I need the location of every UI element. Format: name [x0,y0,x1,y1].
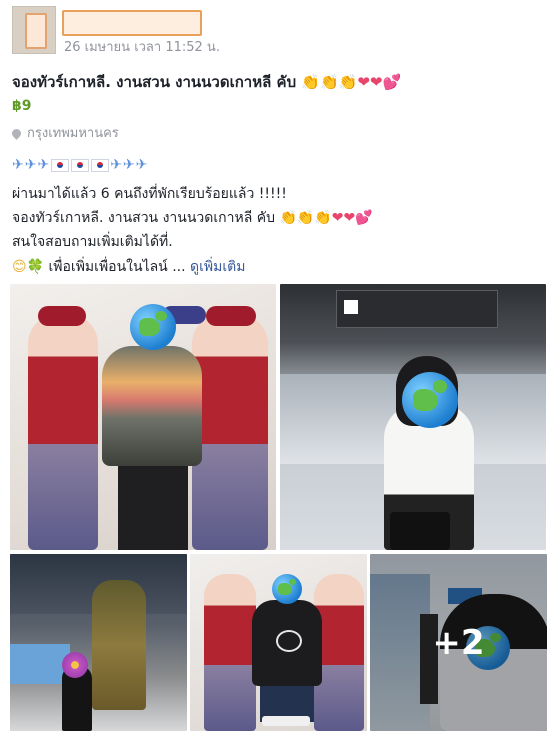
guardian-statue [92,580,146,710]
listing-price: ฿9 [12,98,32,114]
photo-4[interactable] [190,554,367,731]
airport-sign [336,290,498,328]
emoji-row: ✈✈✈ ✈✈✈ [12,157,148,173]
marketplace-post: 26 เมษายน เวลา 11:52 น. จองทัวร์เกาหลี. … [0,0,558,743]
post-title-text: จองทัวร์เกาหลี. งานสวน งานนวดเกาหลี คับ [12,73,297,91]
photo-2[interactable] [280,284,546,550]
body-line-2-text: จองทัวร์เกาหลี. งานสวน งานนวดเกาหลี คับ [12,210,276,226]
body-line-4: 😊🍀 เพื่อเพิ่มเพื่อนในไลน์ ... ดูเพิ่มเติ… [12,256,245,278]
airplane-icon: ✈✈✈ [110,157,149,173]
photo-3[interactable] [10,554,187,731]
globe-sticker-icon [130,304,176,350]
photo-1[interactable] [10,284,276,550]
attendant-hat [38,306,86,326]
post-title: จองทัวร์เกาหลี. งานสวน งานนวดเกาหลี คับ … [12,70,401,94]
display-screen [10,644,70,684]
heart-icon: ❤❤ [357,73,383,91]
sparkling-hearts-icon: 💕 [355,210,373,226]
hoodie-emblem [276,630,302,652]
photo-5[interactable]: +2 [370,554,547,731]
see-more-link[interactable]: ดูเพิ่มเติม [190,259,245,275]
body-line-3: สนใจสอบถามเพิ่มเติมได้ที่. [12,234,173,250]
location-pin-icon [10,127,23,140]
attendant-hat [206,306,256,326]
heart-icon: ❤❤ [331,210,356,226]
listing-location: กรุงเทพมหานคร [10,122,119,143]
attendant-figure [192,314,268,550]
korea-flag-icon [71,158,90,172]
avatar-redaction [25,13,47,49]
person-pants [118,466,188,550]
korea-flag-icon [51,158,70,172]
person-sweater [102,346,202,466]
more-photos-overlay[interactable]: +2 [370,554,547,731]
clapping-hands-icon: 👏👏👏 [301,73,358,91]
arrow-icon [344,300,358,314]
clapping-hands-icon: 👏👏👏 [279,210,332,226]
smile-icon: 😊 [12,259,27,275]
body-line-4-text: เพื่อเพิ่มเพื่อนในไลน์ ... [48,259,186,275]
author-name-redacted[interactable] [62,10,202,36]
body-line-2: จองทัวร์เกาหลี. งานสวน งานนวดเกาหลี คับ … [12,207,373,229]
profile-avatar[interactable] [12,6,56,54]
globe-sticker-icon [402,372,458,428]
globe-sticker-icon [272,574,302,604]
more-photos-count: +2 [432,622,485,663]
sparkling-hearts-icon: 💕 [382,73,402,91]
flower-sticker-icon [62,652,88,678]
location-text: กรุงเทพมหานคร [27,126,119,141]
body-line-1: ผ่านมาได้แล้ว 6 คนถึงที่พักเรียบร้อยแล้ว… [12,186,287,202]
clover-icon: 🍀 [26,259,45,275]
person-shoes [262,716,310,726]
airplane-icon: ✈✈✈ [12,157,51,173]
post-timestamp[interactable]: 26 เมษายน เวลา 11:52 น. [64,36,220,57]
attendant-figure [204,574,256,731]
korea-flag-icon [91,158,110,172]
attendant-figure [28,314,98,550]
suitcase [390,512,450,550]
